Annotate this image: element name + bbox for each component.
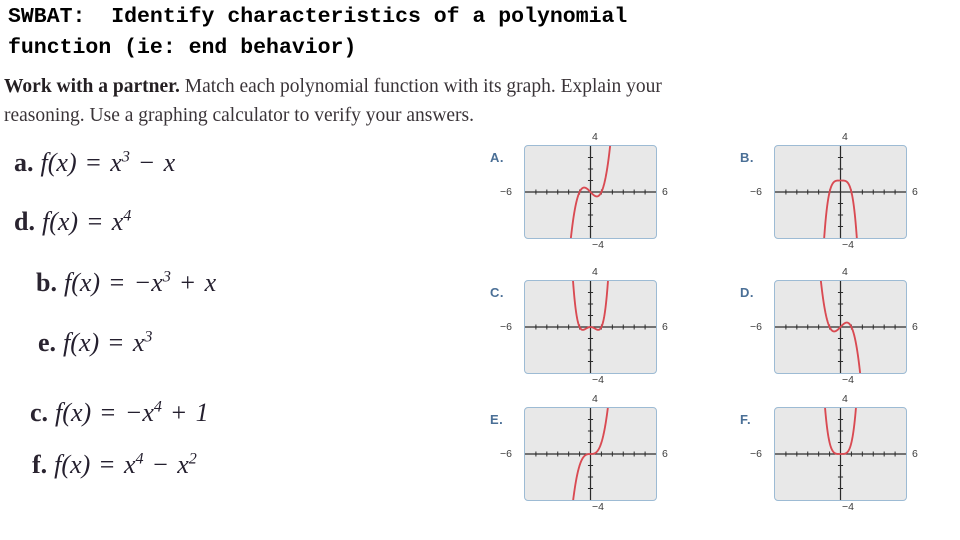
axis-label-left: −6 xyxy=(500,448,512,460)
axis-label-top: 4 xyxy=(842,131,848,143)
axis-label-bottom: −4 xyxy=(842,374,854,386)
axis-label-right: 6 xyxy=(912,321,918,333)
axis-label-top: 4 xyxy=(842,266,848,278)
axis-label-bottom: −4 xyxy=(842,501,854,513)
axis-label-top: 4 xyxy=(592,266,598,278)
axis-label-left: −6 xyxy=(750,448,762,460)
function-letter: f. xyxy=(32,450,48,479)
function-expression: f(x) = −x3 + x xyxy=(63,268,217,297)
instructions-paragraph: Work with a partner. Match each polynomi… xyxy=(4,72,704,130)
instructions-lead: Work with a partner. xyxy=(4,76,180,97)
graph-panel xyxy=(524,145,657,239)
function-letter: b. xyxy=(36,268,57,297)
graph-panel xyxy=(774,145,907,239)
function-item: d. f(x) = x4 xyxy=(14,207,131,237)
function-item: a. f(x) = x3 − x xyxy=(14,148,175,178)
graph-panel-wrapper: 4 −4 −6 6 xyxy=(750,393,918,513)
graph-panel-wrapper: 4 −4 −6 6 xyxy=(500,266,668,386)
graph-letter-label: B. xyxy=(740,150,754,165)
graph-panel xyxy=(524,407,657,501)
axis-label-top: 4 xyxy=(592,131,598,143)
function-letter: a. xyxy=(14,148,34,177)
axis-label-bottom: −4 xyxy=(592,239,604,251)
axis-label-bottom: −4 xyxy=(842,239,854,251)
graph-letter-label: A. xyxy=(490,150,504,165)
function-expression: f(x) = x4 − x2 xyxy=(54,450,197,479)
graph-panel-wrapper: 4 −4 −6 6 xyxy=(750,131,918,251)
axis-label-right: 6 xyxy=(662,448,668,460)
axis-label-left: −6 xyxy=(750,186,762,198)
graph-panel xyxy=(774,280,907,374)
function-item: b. f(x) = −x3 + x xyxy=(36,268,216,298)
graph-grid: A. 4 −4 −6 6 B. 4 −4 −6 6 C. 4 −4 −6 6 D. 4 −4 −6 6 E. 4 −4 −6 6… xyxy=(490,131,960,540)
axis-label-bottom: −4 xyxy=(592,501,604,513)
function-expression: f(x) = x3 − x xyxy=(40,148,176,177)
function-letter: c. xyxy=(30,398,49,427)
axis-label-left: −6 xyxy=(500,321,512,333)
function-expression: f(x) = x4 xyxy=(41,207,132,236)
graph-panel xyxy=(524,280,657,374)
axis-label-top: 4 xyxy=(842,393,848,405)
axis-label-right: 6 xyxy=(912,448,918,460)
graph-letter-label: D. xyxy=(740,285,754,300)
graph-panel-wrapper: 4 −4 −6 6 xyxy=(500,393,668,513)
axis-label-right: 6 xyxy=(912,186,918,198)
axis-label-right: 6 xyxy=(662,186,668,198)
graph-letter-label: E. xyxy=(490,412,504,427)
function-item: c. f(x) = −x4 + 1 xyxy=(30,398,209,428)
function-list: a. f(x) = x3 − x d. f(x) = x4 b. f(x) = −x3 +… xyxy=(0,140,470,500)
function-letter: e. xyxy=(38,328,57,357)
graph-letter-label: F. xyxy=(740,412,752,427)
axis-label-bottom: −4 xyxy=(592,374,604,386)
function-expression: f(x) = −x4 + 1 xyxy=(55,398,209,427)
axis-label-top: 4 xyxy=(592,393,598,405)
axis-label-left: −6 xyxy=(500,186,512,198)
function-item: f. f(x) = x4 − x2 xyxy=(32,450,197,480)
axis-label-right: 6 xyxy=(662,321,668,333)
function-letter: d. xyxy=(14,207,35,236)
graph-panel-wrapper: 4 −4 −6 6 xyxy=(750,266,918,386)
graph-panel-wrapper: 4 −4 −6 6 xyxy=(500,131,668,251)
axis-label-left: −6 xyxy=(750,321,762,333)
swbat-heading: SWBAT: Identify characteristics of a pol… xyxy=(8,5,628,60)
graph-panel xyxy=(774,407,907,501)
graph-letter-label: C. xyxy=(490,285,504,300)
function-item: e. f(x) = x3 xyxy=(38,328,152,358)
function-expression: f(x) = x3 xyxy=(63,328,153,357)
